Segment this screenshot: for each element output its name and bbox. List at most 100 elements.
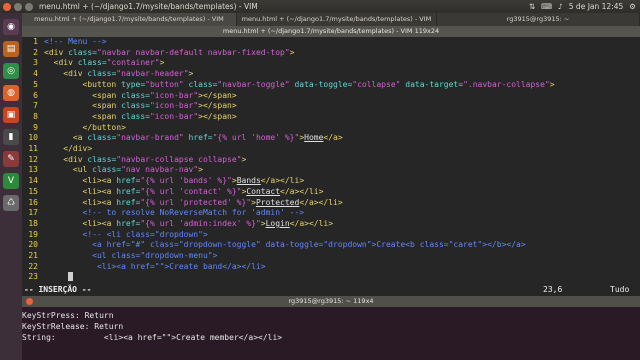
code-token: "icon-bar" bbox=[149, 111, 199, 121]
code-token: <ul class="dropdown-menu"> bbox=[92, 251, 218, 260]
code-line[interactable]: 20 <a href="#" class="dropdown-toggle" d… bbox=[22, 240, 640, 251]
code-line[interactable]: 12 <div class="navbar-collapse collapse"… bbox=[22, 155, 640, 166]
code-token: </button> bbox=[82, 122, 126, 132]
code-token: "container" bbox=[106, 58, 160, 68]
line-number: 15 bbox=[28, 186, 38, 196]
vim-status-line: -- INSERÇÃO -- 23,6 Tudo bbox=[22, 284, 640, 296]
line-number: 4 bbox=[33, 69, 38, 79]
dash-icon[interactable]: ◉ bbox=[3, 19, 19, 35]
line-number: 19 bbox=[28, 229, 38, 239]
terminal-close-button[interactable] bbox=[26, 298, 33, 305]
code-line[interactable]: 21 <ul class="dropdown-menu"> bbox=[22, 251, 640, 262]
volume-icon[interactable]: ♪ bbox=[558, 0, 563, 13]
tab-vim-1[interactable]: menu.html + (~/django1.7/mysite/bands/te… bbox=[22, 13, 237, 26]
terminal-icon[interactable]: ▮ bbox=[3, 129, 19, 145]
code-token: Login bbox=[265, 218, 290, 228]
line-number: 18 bbox=[28, 218, 38, 228]
code-token: "{% url 'protected' %}" bbox=[140, 197, 252, 207]
code-token: class= bbox=[188, 79, 218, 89]
code-token: href= bbox=[116, 197, 141, 207]
gear-icon[interactable]: ⚙ bbox=[629, 0, 636, 13]
text-cursor bbox=[68, 272, 73, 281]
clock[interactable]: 5 de Jan 12:45 bbox=[569, 0, 623, 13]
code-token: type= bbox=[121, 79, 146, 89]
network-icon[interactable]: ⇅ bbox=[529, 0, 535, 13]
vim-mode-indicator: -- INSERÇÃO -- bbox=[24, 285, 92, 294]
keyboard-icon[interactable]: ⌨ bbox=[541, 0, 552, 13]
trash-icon[interactable]: ♺ bbox=[3, 195, 19, 211]
code-line[interactable]: 17 <!-- to resolve NoReverseMatch for 'a… bbox=[22, 208, 640, 219]
line-number: 9 bbox=[33, 122, 38, 132]
terminal-line: String: <li><a href="">Create member</a>… bbox=[22, 333, 283, 342]
code-line[interactable]: 13 <ul class="nav navbar-nav"> bbox=[22, 165, 640, 176]
maximize-window-button[interactable] bbox=[25, 2, 33, 11]
terminal-title: rg3915@rg3915: ~ 119x4 bbox=[288, 297, 374, 305]
vim-editor[interactable]: 23 22 <li><a href="">Create band</a></li… bbox=[22, 37, 640, 296]
line-number: 22 bbox=[28, 261, 38, 271]
line-number: 20 bbox=[28, 240, 38, 250]
code-token: "{% url 'bands' %}" bbox=[140, 176, 232, 186]
code-line[interactable]: 5 <button type="button" class="navbar-to… bbox=[22, 80, 640, 91]
window-tabs: menu.html + (~/django1.7/mysite/bands/te… bbox=[22, 13, 640, 26]
code-line[interactable]: 22 <li><a href="">Create band</a></li> bbox=[22, 262, 640, 273]
code-line[interactable]: 3 <div class="container"> bbox=[22, 58, 640, 69]
line-number: 13 bbox=[28, 165, 38, 175]
code-line[interactable]: 7 <span class="icon-bar"></span> bbox=[22, 101, 640, 112]
code-token: data-toggle= bbox=[294, 79, 353, 89]
chrome-icon[interactable]: ◎ bbox=[3, 63, 19, 79]
vim-icon[interactable]: V bbox=[3, 173, 19, 189]
close-window-button[interactable] bbox=[3, 2, 11, 11]
window-title: menu.html + (~/django1.7/mysite/bands/te… bbox=[39, 2, 258, 11]
code-line[interactable]: 14 <li><a href="{% url 'bands' %}">Bands… bbox=[22, 176, 640, 187]
code-line[interactable]: 6 <span class="icon-bar"></span> bbox=[22, 91, 640, 102]
line-number: 16 bbox=[28, 197, 38, 207]
line-number: 12 bbox=[28, 154, 38, 164]
line-number: 17 bbox=[28, 208, 38, 218]
code-line[interactable]: 8 <span class="icon-bar"></span> bbox=[22, 112, 640, 123]
tab-terminal[interactable]: rg3915@rg3915: ~ bbox=[437, 13, 640, 26]
code-token: Protected bbox=[255, 197, 300, 207]
code-line[interactable]: 23 bbox=[22, 272, 640, 283]
code-token: <li><a bbox=[82, 176, 117, 186]
files-icon[interactable]: ▤ bbox=[3, 41, 19, 57]
code-line[interactable]: 1 <!-- Menu --> bbox=[22, 37, 640, 48]
firefox-icon[interactable]: ◍ bbox=[3, 85, 19, 101]
code-token: ></span> bbox=[198, 101, 237, 111]
text-editor-icon[interactable]: ✎ bbox=[3, 151, 19, 167]
scroll-position: Tudo bbox=[610, 285, 630, 294]
code-line[interactable]: 4 <div class="navbar-header"> bbox=[22, 69, 640, 80]
code-line[interactable]: 2 <div class="navbar navbar-default navba… bbox=[22, 48, 640, 59]
software-center-icon[interactable]: ▣ bbox=[3, 107, 19, 123]
code-token: class= bbox=[121, 90, 150, 100]
code-line[interactable]: 10 <a class="navbar-brand" href="{% url … bbox=[22, 133, 640, 144]
tab-vim-2[interactable]: menu.html + (~/django1.7/mysite/bands/te… bbox=[237, 13, 437, 26]
code-line[interactable]: 19 <!-- <li class="dropdown"> bbox=[22, 230, 640, 241]
line-number: 23 bbox=[28, 272, 38, 282]
code-token: "navbar-collapse collapse" bbox=[116, 154, 242, 164]
code-token: > bbox=[549, 79, 555, 89]
code-token: "{% url 'admin:index' %}" bbox=[140, 218, 261, 228]
system-tray: ⇅ ⌨ ♪ 5 de Jan 12:45 ⚙ bbox=[529, 0, 636, 13]
code-line[interactable]: 15 <li><a href="{% url 'contact' %}">Con… bbox=[22, 187, 640, 198]
code-line[interactable]: 9 </button> bbox=[22, 123, 640, 134]
code-line[interactable]: 16 <li><a href="{% url 'protected' %}">P… bbox=[22, 198, 640, 209]
code-line[interactable]: 18 <li><a href="{% url 'admin:index' %}"… bbox=[22, 219, 640, 230]
window-controls bbox=[3, 2, 33, 11]
code-token: <div bbox=[44, 47, 69, 57]
minimize-window-button[interactable] bbox=[14, 2, 22, 11]
terminal[interactable]: KeyStrPress: Return KeyStrRelease: Return… bbox=[22, 307, 640, 360]
code-line[interactable]: 11 </div> bbox=[22, 144, 640, 155]
code-token: </a></li> bbox=[299, 197, 343, 207]
code-token: data-target= bbox=[405, 79, 464, 89]
